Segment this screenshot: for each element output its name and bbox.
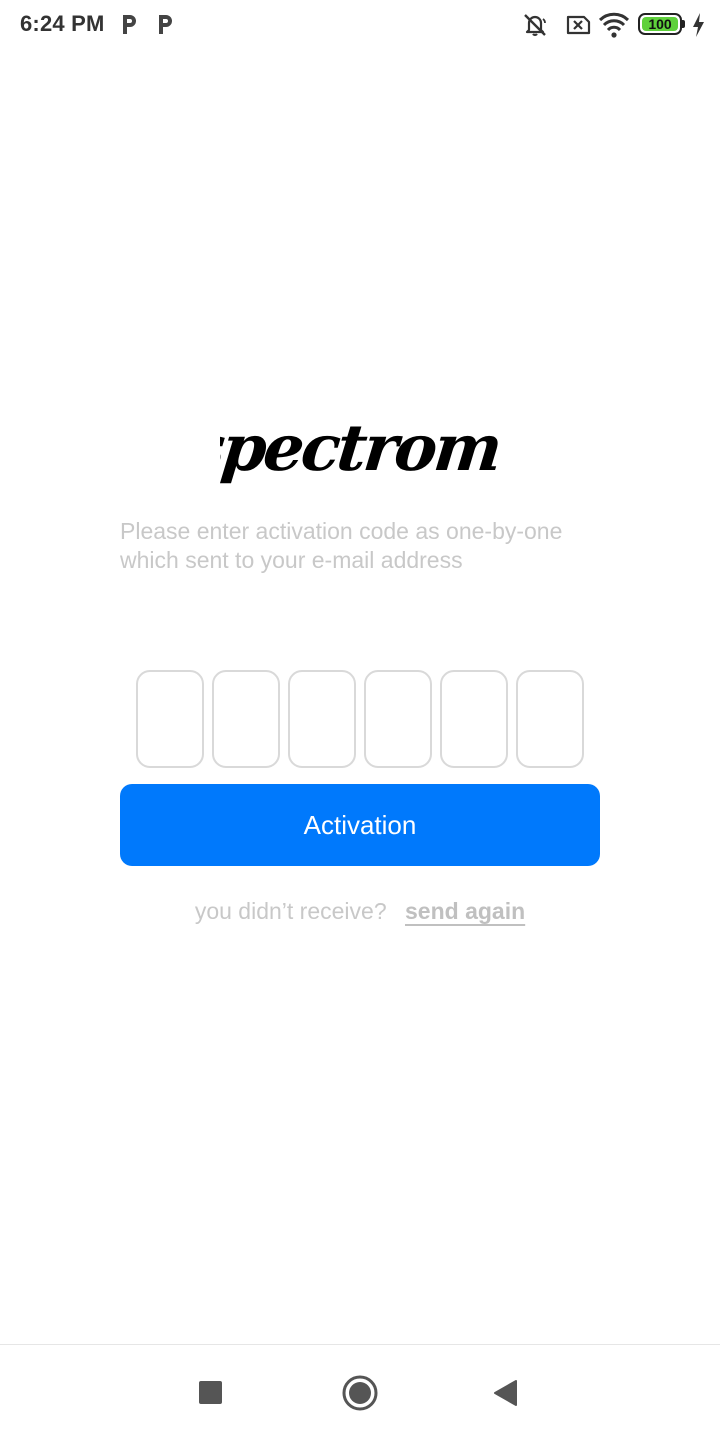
status-time: 6:24 PM	[20, 11, 105, 36]
sim-error-icon	[566, 15, 591, 35]
activation-button[interactable]: Activation	[120, 784, 600, 866]
battery-level: 100	[648, 16, 672, 32]
spectrome-logo: spectrome spectrome	[220, 411, 500, 486]
code-digit-input[interactable]	[440, 670, 508, 768]
code-digit-input[interactable]	[288, 670, 356, 768]
parking-icon	[159, 15, 172, 34]
code-digit-input[interactable]	[212, 670, 280, 768]
status-bar: 6:24 PM 100	[0, 0, 720, 50]
parking-icon	[123, 15, 136, 34]
code-digit-input[interactable]	[364, 670, 432, 768]
wifi-icon	[598, 12, 630, 38]
send-again-link[interactable]: send again	[405, 898, 525, 924]
home-icon[interactable]	[341, 1374, 379, 1412]
svg-text:spectrome: spectrome	[220, 411, 500, 486]
code-digit-input[interactable]	[136, 670, 204, 768]
instruction-text: Please enter activation code as one-by-o…	[120, 518, 563, 573]
navigation-bar	[0, 1344, 720, 1440]
recent-apps-icon[interactable]	[199, 1381, 222, 1404]
code-digit-input[interactable]	[516, 670, 584, 768]
resend-row: you didn’t receive? send again	[0, 898, 720, 925]
resend-question: you didn’t receive?	[194, 898, 387, 924]
mute-icon	[524, 14, 546, 37]
charging-icon	[693, 13, 704, 37]
battery-icon: 100	[638, 13, 686, 35]
back-icon[interactable]	[492, 1378, 520, 1408]
